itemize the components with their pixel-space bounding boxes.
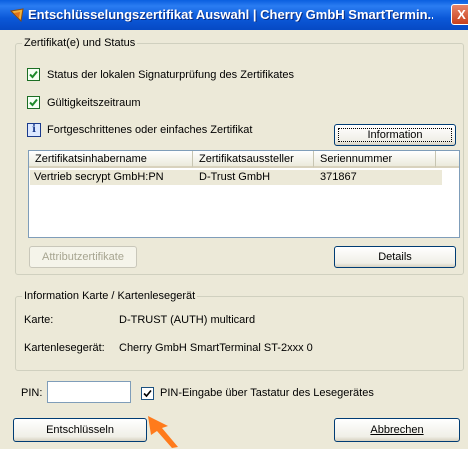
keyboard-pin-label[interactable]: PIN-Eingabe über Tastatur des Lesegeräte… — [160, 387, 374, 399]
reader-value: Cherry GmbH SmartTerminal ST-2xxx 0 — [119, 342, 313, 354]
validity-status-text: Gültigkeitszeitraum — [47, 97, 141, 109]
details-button[interactable]: Details — [334, 246, 456, 268]
reader-label: Kartenlesegerät: — [24, 342, 105, 354]
certificate-status-group-label: Zertifikat(e) und Status — [22, 37, 138, 49]
signature-status-text: Status der lokalen Signaturprüfung des Z… — [47, 69, 295, 81]
cell-serial: 371867 — [320, 171, 357, 183]
card-info-group: Information Karte / Kartenlesegerät — [15, 290, 464, 371]
cancel-button-label: Abbrechen — [370, 424, 424, 436]
column-header-filler — [436, 151, 459, 168]
pin-input[interactable] — [47, 381, 131, 403]
card-value: D-TRUST (AUTH) multicard — [119, 314, 256, 326]
orange-pointer-arrow-icon — [148, 416, 178, 448]
attribute-certificates-button[interactable]: Attributzertifikate — [29, 246, 137, 268]
table-row[interactable]: Vertrieb secrypt GmbH:PN D-Trust GmbH 37… — [30, 170, 442, 185]
window-title: Entschlüsselungszertifikat Auswahl | Che… — [28, 7, 433, 22]
information-button[interactable]: Information — [334, 124, 456, 146]
column-header-serial[interactable]: Seriennummer — [314, 151, 436, 168]
card-label: Karte: — [24, 314, 54, 326]
pin-label: PIN: — [21, 387, 43, 399]
card-info-group-label: Information Karte / Kartenlesegerät — [22, 290, 198, 302]
column-header-holder[interactable]: Zertifikatsinhabername — [29, 151, 193, 168]
cell-issuer: D-Trust GmbH — [199, 171, 271, 183]
validity-check-ok-icon — [27, 96, 40, 109]
column-header-issuer[interactable]: Zertifikatsaussteller — [193, 151, 314, 168]
cancel-button[interactable]: Abbrechen — [334, 418, 460, 442]
info-icon: i — [27, 123, 41, 137]
certificate-list[interactable]: Zertifikatsinhabername Zertifikatsausste… — [28, 150, 460, 238]
cell-holder: Vertrieb secrypt GmbH:PN — [34, 171, 164, 183]
certificate-type-text: Fortgeschrittenes oder einfaches Zertifi… — [47, 124, 253, 136]
keyboard-pin-checkbox[interactable] — [141, 387, 154, 400]
signature-check-ok-icon — [27, 68, 40, 81]
decrypt-button[interactable]: Entschlüsseln — [13, 418, 147, 442]
certificate-app-icon — [10, 8, 24, 22]
title-bar[interactable]: Entschlüsselungszertifikat Auswahl | Che… — [0, 0, 468, 30]
close-button[interactable]: X — [451, 4, 468, 25]
